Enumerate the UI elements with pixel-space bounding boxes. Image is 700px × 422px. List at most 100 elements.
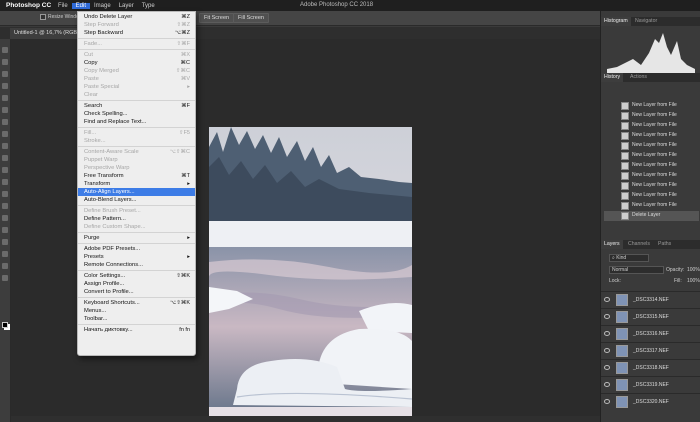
type-tool-icon[interactable] [2,227,8,233]
stamp-tool-icon[interactable] [2,143,8,149]
edit-menu-item[interactable]: Puppet Warp [78,156,195,164]
edit-menu-item[interactable]: Define Brush Preset... [78,207,195,215]
history-state[interactable]: New Layer from File [604,171,699,181]
fill-value[interactable]: 100% [687,278,700,284]
edit-menu-item[interactable]: Paste ⌘V [78,75,195,83]
shape-tool-icon[interactable] [2,251,8,257]
fit-screen-button[interactable]: Fit Screen [199,13,235,23]
layer-row[interactable]: _DSC3316.NEF [601,325,700,341]
edit-menu-item[interactable]: Keyboard Shortcuts... ⌥⇧⌘K [78,299,195,307]
tab-actions[interactable]: Actions [627,73,650,82]
edit-menu-item[interactable]: Copy Merged ⇧⌘C [78,67,195,75]
edit-menu-item[interactable]: Auto-Blend Layers... [78,196,195,204]
quick-select-tool-icon[interactable] [2,83,8,89]
history-state[interactable]: New Layer from File [604,111,699,121]
edit-menu-item[interactable]: Define Pattern... [78,215,195,223]
edit-menu-item[interactable]: Presets ▸ [78,253,195,261]
hand-tool-icon[interactable] [2,263,8,269]
edit-menu-item[interactable]: Auto-Align Layers... [78,188,195,196]
edit-menu-item[interactable]: Transform ▸ [78,180,195,188]
lasso-tool-icon[interactable] [2,71,8,77]
blur-tool-icon[interactable] [2,191,8,197]
edit-menu-item[interactable]: Find and Replace Text... [78,118,195,126]
crop-tool-icon[interactable] [2,95,8,101]
menu-edit[interactable]: Edit [71,2,91,9]
eyedropper-tool-icon[interactable] [2,107,8,113]
edit-menu-item[interactable]: Step Backward ⌥⌘Z [78,29,195,37]
eye-icon[interactable] [604,331,610,336]
healing-tool-icon[interactable] [2,119,8,125]
gradient-tool-icon[interactable] [2,179,8,185]
move-tool-icon[interactable] [2,47,8,53]
edit-menu-item[interactable]: Color Settings... ⇧⌘K [78,272,195,280]
edit-menu-item[interactable]: Assign Profile... [78,280,195,288]
eye-icon[interactable] [604,297,610,302]
eye-icon[interactable] [604,314,610,319]
history-state[interactable]: New Layer from File [604,131,699,141]
menu-layer[interactable]: Layer [115,3,138,9]
eraser-tool-icon[interactable] [2,167,8,173]
document-tab[interactable]: Untitled-1 @ 16,7% (RGB [10,28,82,39]
edit-menu-item[interactable]: Stroke... [78,137,195,145]
history-state[interactable]: Delete Layer [604,211,699,221]
marquee-tool-icon[interactable] [2,59,8,65]
edit-menu-item[interactable]: Free Transform ⌘T [78,172,195,180]
edit-menu-item[interactable]: Paste Special ▸ [78,83,195,91]
resize-windows-checkbox[interactable] [40,14,46,20]
history-state[interactable]: New Layer from File [604,101,699,111]
app-menu[interactable]: Photoshop CC [0,2,54,9]
history-state[interactable]: New Layer from File [604,191,699,201]
layer-row[interactable]: _DSC3320.NEF [601,393,700,409]
edit-menu-item[interactable]: Perspective Warp [78,164,195,172]
blend-mode-select[interactable]: Normal [609,266,664,274]
edit-menu-item[interactable]: Fill... ⇧F5 [78,129,195,137]
tab-layers[interactable]: Layers [601,240,623,249]
eye-icon[interactable] [604,399,610,404]
layer-row[interactable]: _DSC3314.NEF [601,291,700,307]
edit-menu-item[interactable]: Adobe PDF Presets... [78,245,195,253]
history-state[interactable]: New Layer from File [604,151,699,161]
history-state[interactable]: New Layer from File [604,141,699,151]
edit-menu-item[interactable]: Toolbar... [78,315,195,323]
edit-menu-item[interactable]: Define Custom Shape... [78,223,195,231]
layer-row[interactable]: _DSC3315.NEF [601,308,700,324]
edit-menu-item[interactable]: Content-Aware Scale ⌥⇧⌘C [78,148,195,156]
edit-menu-item[interactable]: Purge ▸ [78,234,195,242]
pen-tool-icon[interactable] [2,215,8,221]
foreground-color-swatch[interactable] [2,322,8,328]
tab-history[interactable]: History [601,73,624,82]
tab-navigator[interactable]: Navigator [632,17,660,26]
eye-icon[interactable] [604,365,610,370]
edit-menu-item[interactable]: Convert to Profile... [78,288,195,296]
menu-image[interactable]: Image [90,3,115,9]
eye-icon[interactable] [604,348,610,353]
history-state[interactable]: New Layer from File [604,121,699,131]
tab-histogram[interactable]: Histogram [601,17,631,26]
edit-menu-item[interactable]: Cut ⌘X [78,51,195,59]
zoom-tool-icon[interactable] [2,275,8,281]
menu-file[interactable]: File [54,3,72,9]
edit-menu-item[interactable]: Начать диктовку... fn fn [78,326,195,334]
history-state[interactable]: New Layer from File [604,181,699,191]
edit-menu-item[interactable]: Clear [78,91,195,99]
edit-menu-item[interactable]: Undo Delete Layer ⌘Z [78,13,195,21]
edit-menu-item[interactable]: Menus... [78,307,195,315]
edit-menu-item[interactable]: Search ⌘F [78,102,195,110]
edit-menu-item[interactable]: Step Forward ⇧⌘Z [78,21,195,29]
tab-paths[interactable]: Paths [655,240,674,249]
menu-type[interactable]: Type [138,3,159,9]
history-state[interactable]: New Layer from File [604,201,699,211]
edit-menu-item[interactable]: Check Spelling... [78,110,195,118]
edit-menu-item[interactable]: Remote Connections... [78,261,195,269]
layer-row[interactable]: _DSC3318.NEF [601,359,700,375]
path-select-tool-icon[interactable] [2,239,8,245]
opacity-value[interactable]: 100% [687,267,700,273]
brush-tool-icon[interactable] [2,131,8,137]
history-brush-tool-icon[interactable] [2,155,8,161]
history-state[interactable]: New Layer from File [604,161,699,171]
edit-menu-item[interactable]: Fade... ⇧⌘F [78,40,195,48]
dodge-tool-icon[interactable] [2,203,8,209]
layer-row[interactable]: _DSC3319.NEF [601,376,700,392]
eye-icon[interactable] [604,382,610,387]
edit-menu-item[interactable]: Copy ⌘C [78,59,195,67]
